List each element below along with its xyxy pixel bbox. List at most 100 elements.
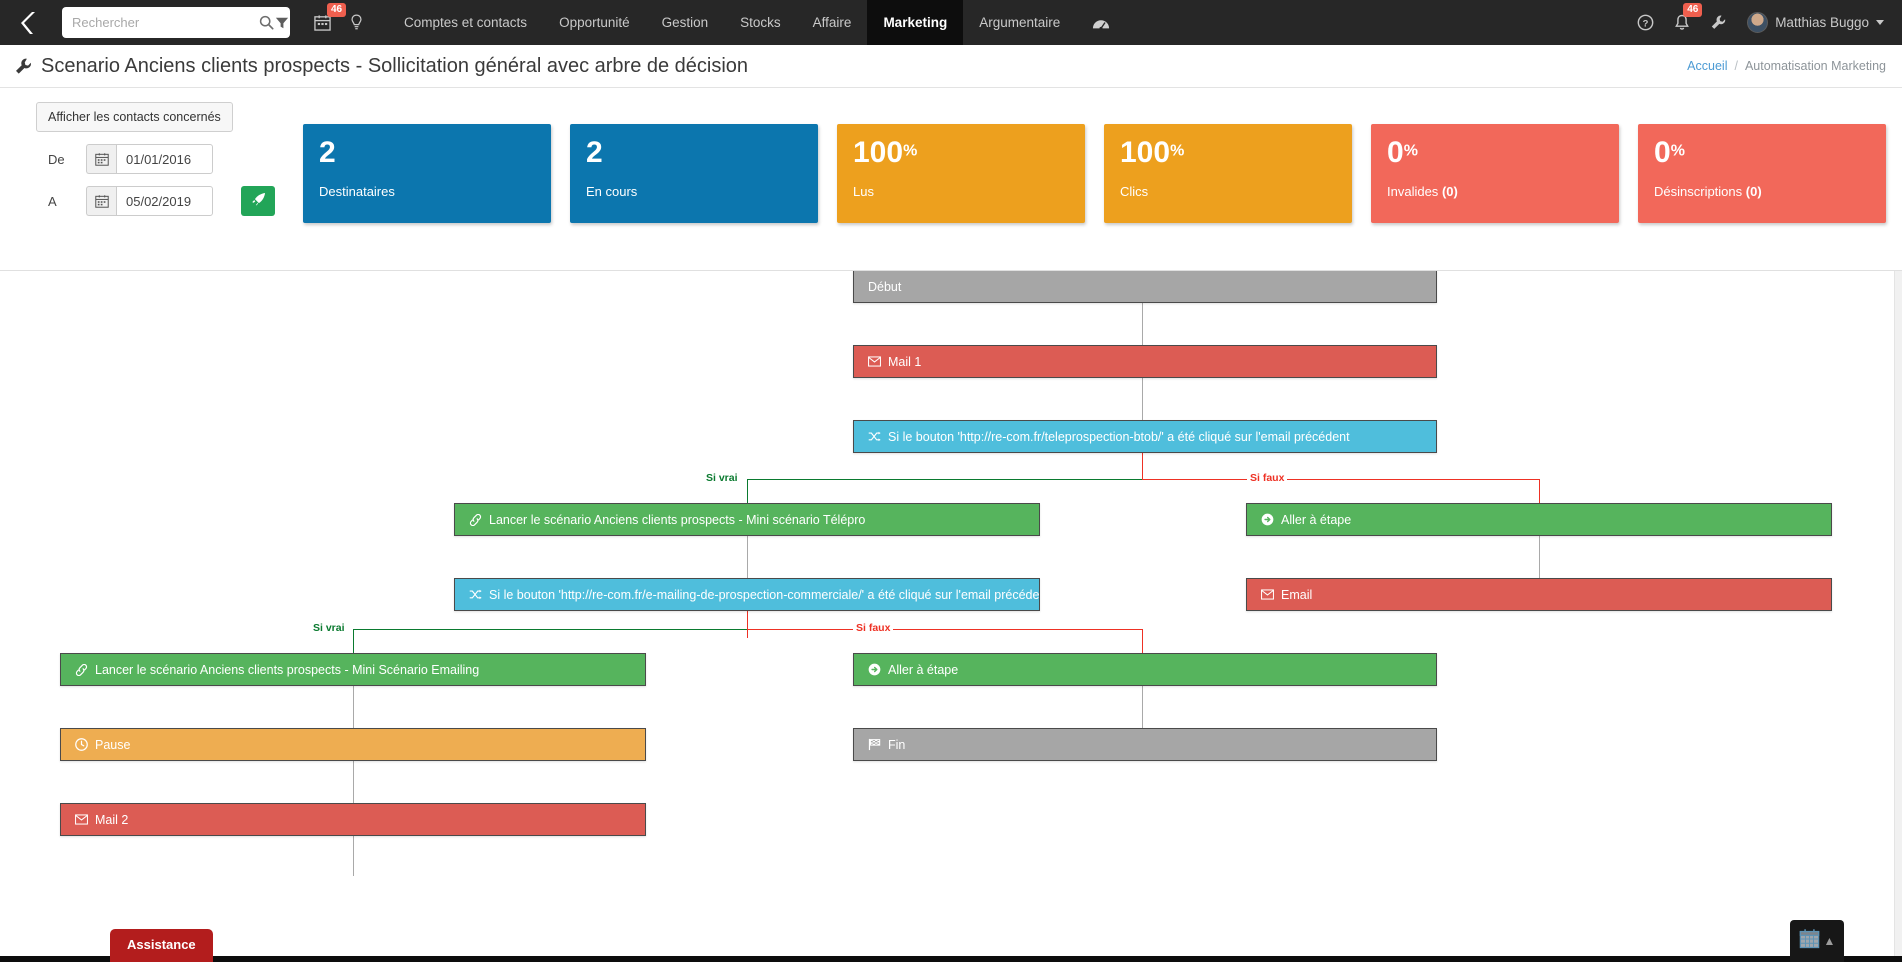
flow-node-pause[interactable]: Pause [60,728,646,761]
navbar-right: ? 46 Matthias Buggo [1637,0,1902,45]
flow-node-label: Aller à étape [888,662,959,677]
breadcrumb-current: Automatisation Marketing [1744,59,1886,73]
flow-node-aller-a-etape-2[interactable]: Aller à étape [853,653,1437,686]
date-from-label: De [48,151,65,167]
envelope-icon [1261,589,1274,600]
calendar-icon[interactable]: 46 [314,0,347,45]
flow-node-label: Si le bouton 'http://re-com.fr/e-mailing… [489,587,1040,602]
flow-node-label: Email [1281,587,1313,602]
date-from-row: De [36,144,301,174]
flow-node-fin[interactable]: Fin [853,728,1437,761]
kpi-suffix: % [903,142,918,160]
show-contacts-button[interactable]: Afficher les contacts concernés [36,102,233,132]
kpi-card-lus[interactable]: 100% Lus [837,124,1085,223]
flow-node-label: Pause [95,737,131,752]
kpi-value: 100 [853,136,904,169]
filter-icon[interactable] [274,8,290,37]
flow-node-email-right[interactable]: Email [1246,578,1832,611]
kpi-suffix: % [1403,142,1418,160]
kpi-card-en-cours[interactable]: 2 En cours [570,124,818,223]
shuffle-icon [868,431,881,442]
connector-pause-mail2 [353,761,354,803]
wrench-icon [14,57,33,76]
nav-item-affaire[interactable]: Affaire [797,0,868,45]
nav-item-opportunite[interactable]: Opportunité [543,0,646,45]
connector-telepro-cond2 [747,536,748,578]
wrench-icon[interactable] [1710,0,1727,45]
kpi-label: Destinataires [319,184,395,199]
avatar [1747,12,1769,33]
connector-cond2-false [747,629,1143,630]
connector-etape2-fin [1142,686,1143,728]
rocket-icon [251,192,266,210]
branch-label-si-vrai-2: Si vrai [310,623,348,634]
connector-mail1-cond1 [1142,378,1143,420]
calendar-badge: 46 [327,3,347,17]
flow-node-label: Aller à étape [1281,512,1352,527]
breadcrumb: Accueil / Automatisation Marketing [1687,59,1886,73]
date-to-row: A [36,186,301,216]
search-icon[interactable] [258,8,274,37]
flow-node-label: Lancer le scénario Anciens clients prosp… [489,512,866,527]
flow-node-aller-a-etape-1[interactable]: Aller à étape [1246,503,1832,536]
calendar-icon [1799,928,1820,954]
flow-node-condition-emailing[interactable]: Si le bouton 'http://re-com.fr/e-mailing… [454,578,1040,611]
page-scrollbar[interactable] [1894,271,1902,962]
flow-node-scenario-telepro[interactable]: Lancer le scénario Anciens clients prosp… [454,503,1040,536]
bell-badge: 46 [1683,3,1703,17]
connector-cond1-true [747,479,1143,480]
flow-node-scenario-emailing[interactable]: Lancer le scénario Anciens clients prosp… [60,653,646,686]
bottom-bar [0,956,1902,962]
connector-cond1-true-down [747,479,748,503]
flow-node-label: Début [868,279,902,294]
user-name: Matthias Buggo [1775,15,1869,30]
connector-cond2-split [747,611,748,638]
app-logo[interactable] [0,0,62,45]
flow-node-label: Si le bouton 'http://re-com.fr/teleprosp… [888,429,1350,444]
dashboard-gauge-icon[interactable] [1076,0,1126,45]
calendar-icon[interactable] [86,186,116,216]
nav-item-marketing[interactable]: Marketing [867,0,964,45]
nav-item-argumentaire[interactable]: Argumentaire [963,0,1076,45]
calendar-icon[interactable] [86,144,116,174]
connector-mail2-next [353,836,354,876]
search-input[interactable] [62,8,258,37]
nav-item-stocks[interactable]: Stocks [724,0,797,45]
user-menu[interactable]: Matthias Buggo [1747,12,1884,33]
clock-icon [75,738,88,751]
connector-cond1-false [1142,479,1540,480]
kpi-card-destinataires[interactable]: 2 Destinataires [303,124,551,223]
bell-icon[interactable]: 46 [1674,0,1703,45]
flow-node-mail1[interactable]: Mail 1 [853,345,1437,378]
flow-node-mail2[interactable]: Mail 2 [60,803,646,836]
date-to-label: A [48,193,57,209]
envelope-icon [75,814,88,825]
help-circle-icon[interactable]: ? [1637,0,1654,45]
flow-node-debut[interactable]: Début [853,271,1437,303]
nav-item-gestion[interactable]: Gestion [646,0,725,45]
assistance-button[interactable]: Assistance [110,929,213,962]
flow-node-condition-teleprospection[interactable]: Si le bouton 'http://re-com.fr/teleprosp… [853,420,1437,453]
flow-node-label: Mail 2 [95,812,129,827]
kpi-label: En cours [586,184,638,199]
kpi-card-desinscriptions[interactable]: 0% Désinscriptions (0) [1638,124,1886,223]
global-search[interactable] [62,7,290,38]
scenario-flowchart: Si vrai Si faux Si vrai Si faux Début Ma… [0,271,1902,962]
kpi-value: 0 [1654,136,1671,169]
date-to-input[interactable] [116,186,213,216]
apply-filter-button[interactable] [241,186,275,216]
kpi-label: Invalides (0) [1387,184,1458,199]
lightbulb-icon[interactable] [349,0,364,45]
kpi-card-clics[interactable]: 100% Clics [1104,124,1352,223]
flow-node-label: Mail 1 [888,354,922,369]
calendar-widget-button[interactable]: ▲ [1790,920,1844,962]
breadcrumb-home[interactable]: Accueil [1687,59,1727,73]
date-from-input[interactable] [116,144,213,174]
top-navbar: 46 Comptes et contacts Opportunité Gesti… [0,0,1902,45]
kpi-value: 0 [1387,136,1404,169]
kpi-card-invalides[interactable]: 0% Invalides (0) [1371,124,1619,223]
chevron-up-icon: ▲ [1823,934,1836,948]
connector-etape1-email [1539,536,1540,578]
kpi-value: 2 [586,136,603,169]
nav-item-comptes-et-contacts[interactable]: Comptes et contacts [388,0,543,45]
